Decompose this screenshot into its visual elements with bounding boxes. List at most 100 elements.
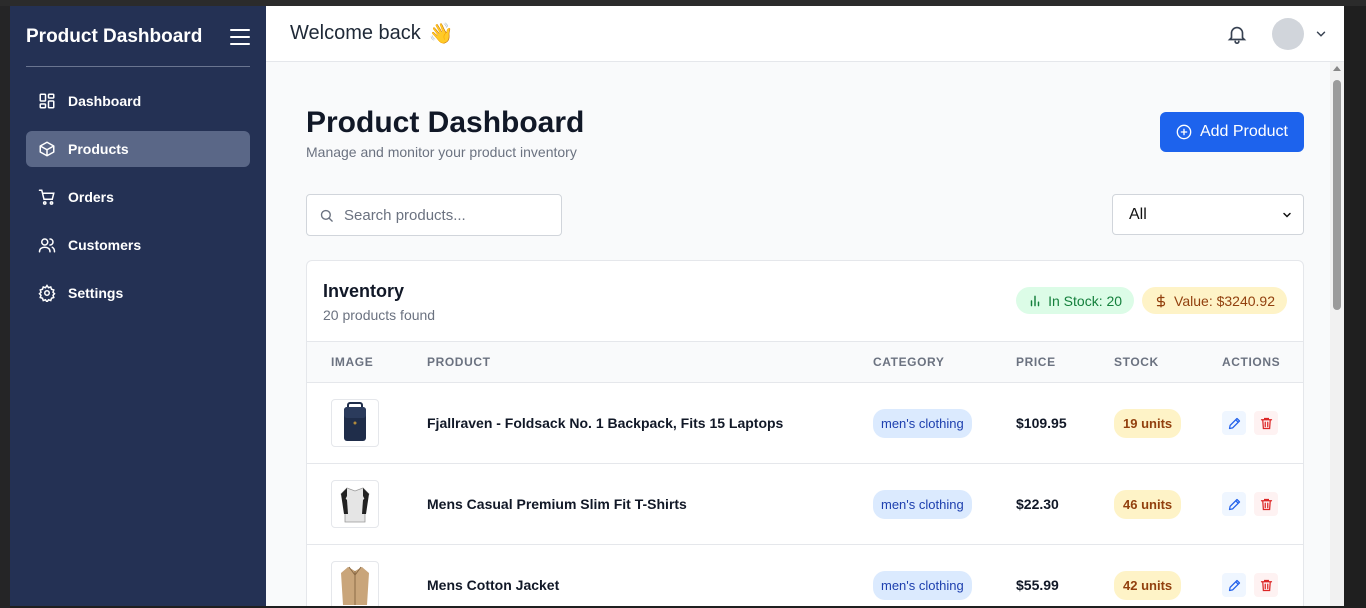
welcome-text: Welcome back — [290, 22, 421, 44]
category-badge: men's clothing — [873, 408, 972, 438]
welcome-heading: Welcome back 👋 — [290, 21, 454, 46]
in-stock-text: In Stock: 20 — [1048, 292, 1123, 309]
table-row: Fjallraven - Foldsack No. 1 Backpack, Fi… — [307, 382, 1303, 464]
table-header-row: IMAGE PRODUCT CATEGORY PRICE STOCK ACTIO… — [307, 341, 1303, 383]
product-image-backpack — [331, 399, 379, 447]
topbar: Welcome back 👋 — [266, 6, 1344, 62]
column-header-stock: STOCK — [1090, 341, 1198, 383]
edit-button[interactable] — [1222, 492, 1246, 516]
filters-bar: All — [306, 194, 1304, 236]
content: Product Dashboard Manage and monitor you… — [266, 62, 1344, 606]
page-header: Product Dashboard Manage and monitor you… — [306, 106, 1304, 160]
bar-chart-icon — [1030, 295, 1040, 306]
sidebar-item-products[interactable]: Products — [26, 131, 250, 167]
bell-icon[interactable] — [1226, 23, 1248, 45]
inventory-badges: In Stock: 20 Value: $3240.92 — [1008, 287, 1287, 314]
product-name: Mens Cotton Jacket — [403, 544, 849, 606]
search-box — [306, 194, 562, 236]
product-image-jacket — [331, 561, 379, 606]
avatar[interactable] — [1272, 17, 1304, 50]
stock-badge: 46 units — [1114, 489, 1182, 519]
sidebar-item-orders[interactable]: Orders — [26, 179, 250, 215]
edit-button[interactable] — [1222, 573, 1246, 597]
category-badge: men's clothing — [873, 489, 972, 519]
stock-badge: 42 units — [1114, 570, 1182, 600]
row-actions — [1222, 573, 1303, 597]
sidebar-title: Product Dashboard — [26, 26, 203, 47]
inventory-title: Inventory — [323, 281, 405, 301]
user-controls — [1226, 17, 1328, 50]
edit-button[interactable] — [1222, 411, 1246, 435]
column-header-category: CATEGORY — [849, 341, 992, 383]
category-select-value: All — [1129, 205, 1147, 223]
search-icon — [320, 209, 333, 222]
category-select[interactable]: All — [1112, 194, 1304, 235]
main-area: Welcome back 👋 Product Dashboard Manage … — [266, 6, 1344, 606]
column-header-product: PRODUCT — [403, 341, 849, 383]
sidebar-item-settings[interactable]: Settings — [26, 275, 250, 311]
product-name: Fjallraven - Foldsack No. 1 Backpack, Fi… — [403, 382, 849, 464]
sidebar-item-label: Settings — [68, 285, 124, 301]
in-stock-badge: In Stock: 20 — [1016, 287, 1135, 314]
column-header-price: PRICE — [992, 341, 1090, 383]
waving-hand-emoji: 👋 — [428, 23, 454, 45]
sidebar-item-label: Products — [68, 141, 129, 157]
plus-circle-icon — [1176, 124, 1192, 140]
category-badge: men's clothing — [873, 570, 972, 600]
product-price: $22.30 — [992, 463, 1090, 545]
search-input[interactable] — [344, 206, 549, 224]
product-image-tshirt — [331, 480, 379, 528]
vertical-scrollbar[interactable] — [1330, 62, 1344, 606]
window-left-strip — [0, 6, 10, 608]
inventory-count: 20 products found — [323, 307, 436, 323]
pencil-icon — [1228, 498, 1240, 510]
value-badge: Value: $3240.92 — [1142, 287, 1287, 314]
sidebar-item-dashboard[interactable]: Dashboard — [26, 83, 250, 119]
delete-button[interactable] — [1254, 411, 1278, 435]
dollar-icon — [1156, 294, 1166, 307]
window-frame: Product Dashboard Dashboard Products Ord… — [0, 0, 1366, 608]
delete-button[interactable] — [1254, 492, 1278, 516]
pencil-icon — [1228, 417, 1240, 429]
add-product-label: Add Product — [1199, 123, 1288, 140]
page-title: Product Dashboard — [306, 106, 585, 139]
pencil-icon — [1228, 579, 1240, 591]
app: Product Dashboard Dashboard Products Ord… — [10, 6, 1344, 606]
gear-icon — [38, 284, 56, 302]
column-header-actions: ACTIONS — [1198, 341, 1303, 383]
row-actions — [1222, 411, 1303, 435]
sidebar-item-customers[interactable]: Customers — [26, 227, 250, 263]
box-icon — [39, 141, 55, 157]
sidebar-brand: Product Dashboard — [26, 22, 250, 67]
trash-icon — [1260, 498, 1272, 510]
users-icon — [38, 238, 56, 253]
inventory-header: Inventory 20 products found In Stock: 20… — [307, 261, 1303, 341]
stock-badge: 19 units — [1114, 408, 1182, 438]
page-subtitle: Manage and monitor your product inventor… — [306, 144, 577, 160]
sidebar-item-label: Orders — [68, 189, 114, 205]
chevron-down-icon[interactable] — [1314, 27, 1328, 41]
row-actions — [1222, 492, 1303, 516]
scroll-up-arrow-icon[interactable] — [1333, 66, 1341, 71]
trash-icon — [1260, 579, 1272, 591]
table-row: Mens Casual Premium Slim Fit T-Shirts me… — [307, 463, 1303, 545]
trash-icon — [1260, 417, 1272, 429]
delete-button[interactable] — [1254, 573, 1278, 597]
sidebar: Product Dashboard Dashboard Products Ord… — [10, 6, 266, 606]
table-row: Mens Cotton Jacket men's clothing $55.99… — [307, 544, 1303, 606]
scrollbar-thumb[interactable] — [1333, 80, 1341, 310]
product-price: $55.99 — [992, 544, 1090, 606]
grid-icon — [39, 93, 55, 109]
sidebar-item-label: Dashboard — [68, 93, 142, 109]
column-header-image: IMAGE — [307, 341, 403, 383]
product-price: $109.95 — [992, 382, 1090, 464]
chevron-down-icon — [1283, 212, 1291, 218]
add-product-button[interactable]: Add Product — [1159, 112, 1304, 152]
sidebar-item-label: Customers — [68, 237, 142, 253]
cart-icon — [38, 189, 55, 205]
product-name: Mens Casual Premium Slim Fit T-Shirts — [403, 463, 849, 545]
hamburger-menu-icon[interactable] — [230, 29, 250, 45]
value-text: Value: $3240.92 — [1174, 292, 1275, 309]
inventory-card: Inventory 20 products found In Stock: 20… — [306, 260, 1304, 606]
inventory-table: IMAGE PRODUCT CATEGORY PRICE STOCK ACTIO… — [307, 341, 1303, 606]
